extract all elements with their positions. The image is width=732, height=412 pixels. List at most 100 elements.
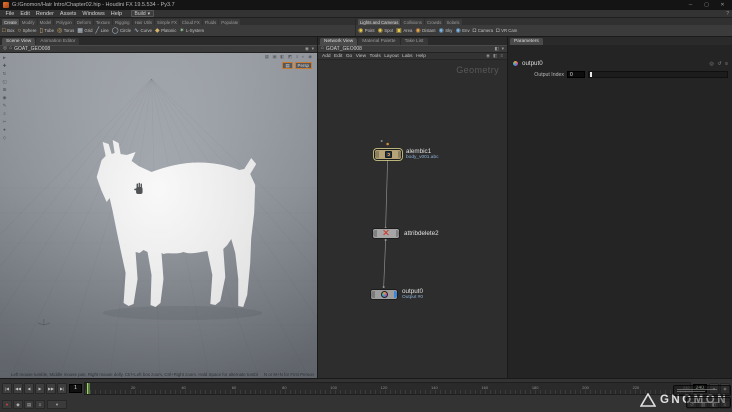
- snapshot-icon[interactable]: ◉: [486, 53, 490, 59]
- slider-handle[interactable]: [590, 72, 592, 77]
- node-attribdelete2[interactable]: ✕ attribdelete2: [372, 228, 439, 239]
- viewport-menu-icon[interactable]: ▾: [312, 47, 314, 52]
- lighting-mode-icon[interactable]: ◩: [288, 54, 292, 60]
- bypass-flag[interactable]: [373, 230, 377, 237]
- timeline[interactable]: 20 40 60 80 100 120 140 160 180 200 220 240: [84, 381, 691, 395]
- home-icon[interactable]: ⌂: [9, 46, 12, 52]
- pane-tab-parameters[interactable]: Parameters: [510, 38, 543, 45]
- menu-file[interactable]: File: [3, 11, 17, 17]
- goat-silhouette[interactable]: [96, 140, 257, 307]
- shelf-tool-spot[interactable]: ◉ Spot: [378, 28, 394, 34]
- bypass-flag[interactable]: [375, 150, 379, 158]
- minimize-button[interactable]: ─: [684, 0, 697, 10]
- network-menu-add[interactable]: Add: [322, 54, 331, 59]
- edit-tool-icon[interactable]: ✎: [3, 103, 7, 109]
- node-output0[interactable]: output0 Output #0: [370, 288, 423, 301]
- maximize-button[interactable]: ▢: [700, 0, 713, 10]
- view-tool-icon[interactable]: ◉: [3, 95, 7, 101]
- revert-icon[interactable]: ↺: [717, 61, 721, 67]
- move-tool-icon[interactable]: ✚: [3, 63, 7, 69]
- shading-mode-icon[interactable]: ▣: [272, 54, 276, 60]
- output-index-slider[interactable]: [588, 71, 728, 78]
- network-menu-go[interactable]: Go: [346, 54, 352, 59]
- grid-toggle-icon[interactable]: ▦: [265, 54, 269, 60]
- shelf-tool-distant[interactable]: ◉ Distant: [415, 28, 435, 34]
- playback-options-button[interactable]: ≡: [35, 400, 45, 409]
- step-back-button[interactable]: ◀: [24, 382, 34, 394]
- set-key-button[interactable]: ◆: [13, 400, 23, 409]
- display-flag[interactable]: [393, 290, 397, 298]
- network-path[interactable]: GOAT_GEO008: [326, 46, 362, 52]
- step-forward-button[interactable]: ▶: [35, 382, 45, 394]
- shelf-tool-area[interactable]: ▣ Area: [396, 28, 412, 34]
- menu-assets[interactable]: Assets: [57, 11, 79, 17]
- viewport[interactable]: ► ✚ ↻ ◱ ⊞ ◉ ✎ ≡ ✂ ● ◇ ▦ ▣ ◧ ◩ ≡ ◐ ◉ ▤ Persp Left mouse t…: [0, 53, 317, 378]
- color-palette-icon[interactable]: ◧: [493, 53, 497, 59]
- play-backward-button[interactable]: ◀◀: [13, 382, 23, 394]
- shelf-tool-grid[interactable]: ▦ Grid: [77, 28, 92, 34]
- playhead[interactable]: [87, 382, 90, 394]
- current-frame-field[interactable]: 1: [69, 383, 82, 393]
- shelf-tool-tube[interactable]: ▯ Tube: [40, 28, 54, 34]
- shelf-tool-point[interactable]: ◉ Point: [358, 28, 375, 34]
- display-flag[interactable]: [397, 150, 401, 158]
- node-attribdelete2-body[interactable]: ✕: [372, 228, 400, 239]
- network-menu-edit[interactable]: Edit: [334, 54, 342, 59]
- background-toggle-icon[interactable]: ◐: [302, 54, 305, 60]
- snap-options-icon[interactable]: ≡: [3, 111, 6, 117]
- misc-tool-icon[interactable]: ◇: [3, 135, 6, 141]
- pin-icon[interactable]: ◎: [710, 61, 714, 67]
- node-output0-body[interactable]: [370, 288, 398, 300]
- pane-tab-material-palette[interactable]: Material Palette: [358, 38, 400, 45]
- shelf-tool-circle[interactable]: ◯ Circle: [112, 28, 131, 34]
- shelf-tool-curve[interactable]: ∿ Curve: [134, 28, 152, 34]
- shelf-tool-vr-cam[interactable]: ◘ VR Cam: [496, 28, 517, 34]
- output-index-field[interactable]: 0: [567, 71, 585, 78]
- rotate-tool-icon[interactable]: ↻: [3, 71, 7, 77]
- scale-tool-icon[interactable]: ◱: [2, 79, 6, 85]
- pin-icon[interactable]: ◎: [3, 46, 7, 52]
- close-button[interactable]: ✕: [716, 0, 729, 10]
- shelf-tool-camera[interactable]: ◘ Camera: [473, 28, 493, 34]
- menu-help[interactable]: Help: [108, 11, 124, 17]
- brush-tool-icon[interactable]: ●: [3, 127, 6, 133]
- network-menu-view[interactable]: View: [356, 54, 366, 59]
- gear-icon[interactable]: ≡: [725, 61, 728, 67]
- jump-start-button[interactable]: |◀: [2, 382, 12, 394]
- display-options-icon[interactable]: ◧: [280, 54, 284, 60]
- pane-tab-take-list[interactable]: Take List: [400, 38, 428, 45]
- home-icon[interactable]: ⌂: [321, 46, 324, 52]
- filter-icon[interactable]: ◧: [495, 47, 500, 52]
- shelf-tool-box[interactable]: □ Box: [2, 28, 15, 34]
- node-name[interactable]: attribdelete2: [404, 230, 439, 237]
- menu-edit[interactable]: Edit: [18, 11, 32, 17]
- jump-end-button[interactable]: ▶|: [57, 382, 67, 394]
- menu-render[interactable]: Render: [33, 11, 56, 17]
- network-options-icon[interactable]: ≡: [500, 53, 503, 59]
- view-menu-icon[interactable]: ≡: [296, 54, 299, 60]
- menu-windows[interactable]: Windows: [80, 11, 107, 17]
- network-canvas[interactable]: Geometry alembic1 body_v001.abc ✕ attrib…: [318, 60, 507, 378]
- pane-tab-network-view[interactable]: Network View: [320, 38, 358, 45]
- shelf-tool-sky[interactable]: ◉ Sky: [439, 28, 453, 34]
- pane-tab-animation-editor[interactable]: Animation Editor: [36, 38, 80, 45]
- network-menu-layout[interactable]: Layout: [384, 54, 398, 59]
- bypass-flag[interactable]: [371, 290, 375, 298]
- cut-tool-icon[interactable]: ✂: [3, 119, 7, 125]
- camera-view-icon[interactable]: ◉: [308, 54, 312, 60]
- select-tool-icon[interactable]: ►: [2, 55, 6, 61]
- param-node-name[interactable]: output0: [522, 60, 543, 67]
- shelf-tool-env[interactable]: ◉ Env: [455, 28, 469, 34]
- viewport-canvas[interactable]: [0, 53, 317, 378]
- shelf-tool-l-system[interactable]: ✶ L-System: [179, 28, 204, 34]
- shelf-tool-platonic[interactable]: ◆ Platonic: [155, 28, 176, 34]
- shelf-tool-line[interactable]: ╱ Line: [96, 28, 109, 34]
- camera-icon[interactable]: ◉: [305, 47, 309, 52]
- play-forward-button[interactable]: ▶▶: [46, 382, 56, 394]
- network-menu-help[interactable]: Help: [416, 54, 426, 59]
- camera-select-button[interactable]: Persp: [294, 62, 312, 69]
- viewport-path[interactable]: GOAT_GEO008: [14, 46, 50, 52]
- network-menu-tools[interactable]: Tools: [370, 54, 381, 59]
- network-menu-labs[interactable]: Labs: [402, 54, 412, 59]
- motion-options-button[interactable]: ▤: [24, 400, 34, 409]
